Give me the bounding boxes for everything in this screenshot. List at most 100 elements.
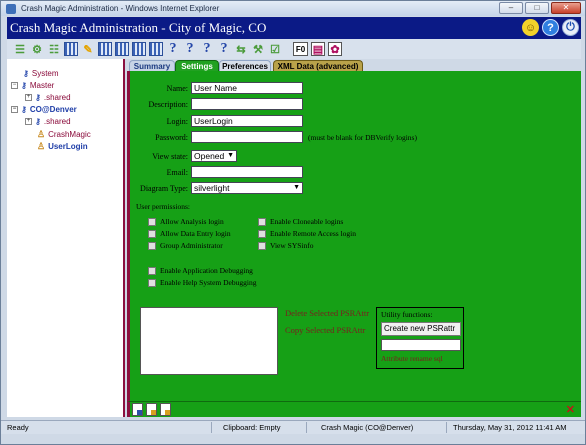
tree-item-label: System bbox=[31, 69, 59, 78]
f0-button[interactable]: F0 bbox=[293, 42, 308, 56]
chevron-down-icon: ▼ bbox=[293, 184, 300, 191]
main-toolbar: ☰ ⚙ ☷ ✎ ? ? ? ? ⇆ ⚒ ☑ F0 ▤ ✿ bbox=[7, 39, 581, 59]
window-title: Crash Magic Administration - Windows Int… bbox=[21, 4, 220, 13]
checkbox-label: View SYSinfo bbox=[270, 241, 314, 250]
paste-document-icon[interactable] bbox=[160, 403, 171, 416]
list-icon[interactable]: ☰ bbox=[13, 42, 27, 56]
smile-icon[interactable]: ☺ bbox=[522, 19, 539, 36]
tree-item-master[interactable]: − ⚷ Master bbox=[11, 81, 54, 90]
allow-analysis-checkbox[interactable]: Allow Analysis login bbox=[148, 217, 224, 226]
new-document-icon[interactable] bbox=[132, 403, 143, 416]
document-icon[interactable]: ▤ bbox=[311, 42, 325, 56]
close-button[interactable]: ✕ bbox=[551, 2, 581, 14]
delete-x-icon[interactable]: ✕ bbox=[566, 403, 575, 416]
tree-item-co-shared[interactable]: + ⚷ .shared bbox=[25, 117, 71, 126]
checkbox-box[interactable] bbox=[148, 266, 156, 275]
checkbox-box[interactable] bbox=[148, 217, 156, 226]
settings-panel: Name: User Name Description: Login: User… bbox=[127, 71, 581, 401]
password-field[interactable] bbox=[191, 131, 303, 143]
collapse-icon[interactable]: − bbox=[11, 82, 18, 89]
utility-input[interactable] bbox=[381, 339, 461, 351]
copy-document-icon[interactable] bbox=[146, 403, 157, 416]
tab-preferences[interactable]: Preferences bbox=[219, 60, 271, 71]
settings-box-icon[interactable]: ✿ bbox=[328, 42, 342, 56]
tree-item-co-denver[interactable]: − ⚷ CO@Denver bbox=[11, 105, 77, 114]
checkbox-box[interactable] bbox=[148, 241, 156, 250]
description-field[interactable] bbox=[191, 98, 303, 110]
view-state-value: Opened bbox=[194, 151, 225, 161]
window-controls: – □ ✕ bbox=[499, 2, 581, 14]
question-icon[interactable]: ? bbox=[166, 41, 180, 56]
delete-psrattr-link[interactable]: Delete Selected PSRAttr bbox=[285, 308, 369, 318]
expand-icon[interactable]: + bbox=[25, 94, 32, 101]
navigation-tree: ⚷ System − ⚷ Master + ⚷ .shared − ⚷ CO@D… bbox=[7, 59, 125, 417]
tree-item-userlogin[interactable]: ♙ UserLogin bbox=[37, 141, 88, 152]
tree-item-label: .shared bbox=[43, 117, 71, 126]
help-icon[interactable]: ? bbox=[542, 19, 559, 36]
allow-data-entry-checkbox[interactable]: Allow Data Entry login bbox=[148, 229, 231, 238]
table-icon[interactable] bbox=[64, 42, 78, 56]
grid-icon-3[interactable] bbox=[132, 42, 146, 56]
refresh-icon[interactable]: ⇆ bbox=[234, 42, 248, 56]
copy-psrattr-link[interactable]: Copy Selected PSRAttr bbox=[285, 325, 365, 335]
grid-icon-2[interactable] bbox=[115, 42, 129, 56]
collapse-icon[interactable]: − bbox=[11, 106, 18, 113]
expand-icon[interactable]: + bbox=[25, 118, 32, 125]
question-icon-3[interactable]: ? bbox=[200, 41, 214, 56]
tab-summary[interactable]: Summary bbox=[129, 60, 175, 71]
browser-window: Crash Magic Administration - Windows Int… bbox=[0, 0, 586, 445]
tree-item-master-shared[interactable]: + ⚷ .shared bbox=[25, 93, 71, 102]
question-icon-4[interactable]: ? bbox=[217, 41, 231, 56]
checkbox-label: Enable Remote Access login bbox=[270, 229, 357, 238]
name-field[interactable]: User Name bbox=[191, 82, 303, 94]
status-datetime: Thursday, May 31, 2012 11:41 AM bbox=[453, 423, 567, 432]
checkbox-label: Enable Application Debugging bbox=[160, 266, 253, 275]
tab-xml-data[interactable]: XML Data (advanced) bbox=[273, 60, 363, 71]
login-field[interactable]: UserLogin bbox=[191, 115, 303, 127]
tree-item-label: .shared bbox=[43, 93, 71, 102]
tree-item-label: Master bbox=[29, 81, 55, 90]
tree-item-system[interactable]: ⚷ System bbox=[23, 69, 59, 78]
network-icon[interactable]: ⚙ bbox=[30, 42, 44, 56]
view-state-select[interactable]: Opened ▼ bbox=[191, 150, 237, 162]
diagram-type-label: Diagram Type: bbox=[140, 184, 188, 193]
grid-icon-4[interactable] bbox=[149, 42, 163, 56]
status-bar: Ready Clipboard: Empty Crash Magic (CO@D… bbox=[1, 420, 585, 434]
tree-item-label: UserLogin bbox=[48, 142, 88, 151]
checkbox-box[interactable] bbox=[148, 278, 156, 287]
enable-remote-checkbox[interactable]: Enable Remote Access login bbox=[258, 229, 356, 238]
tree-item-crashmagic[interactable]: ♙ CrashMagic bbox=[37, 129, 91, 140]
group-admin-checkbox[interactable]: Group Administrator bbox=[148, 241, 223, 250]
key-icon: ⚷ bbox=[23, 69, 29, 78]
power-icon[interactable]: ⏻ bbox=[562, 19, 579, 36]
checkbox-box[interactable] bbox=[258, 217, 266, 226]
utility-title: Utility functions: bbox=[381, 310, 433, 319]
permissions-heading: User permissions: bbox=[136, 202, 190, 211]
view-sysinfo-checkbox[interactable]: View SYSinfo bbox=[258, 241, 314, 250]
psrattr-listbox[interactable] bbox=[140, 307, 278, 375]
tab-bar: Summary Settings Preferences XML Data (a… bbox=[127, 59, 581, 71]
tools-icon[interactable]: ⚒ bbox=[251, 42, 265, 56]
grid-icon[interactable] bbox=[98, 42, 112, 56]
status-ready: Ready bbox=[7, 423, 29, 432]
create-psrattr-button[interactable]: Create new PSRattr bbox=[381, 322, 461, 336]
question-icon-2[interactable]: ? bbox=[183, 41, 197, 56]
users-icon[interactable]: ☷ bbox=[47, 42, 61, 56]
checklist-icon[interactable]: ☑ bbox=[268, 42, 282, 56]
pencil-icon[interactable]: ✎ bbox=[81, 42, 95, 56]
maximize-button[interactable]: □ bbox=[525, 2, 549, 14]
tree-item-label: CO@Denver bbox=[29, 105, 77, 114]
enable-cloneable-checkbox[interactable]: Enable Cloneable logins bbox=[258, 217, 343, 226]
attribute-rename-sql-link[interactable]: Attribute rename sql bbox=[381, 354, 443, 363]
tab-settings[interactable]: Settings bbox=[175, 60, 219, 71]
window-titlebar: Crash Magic Administration - Windows Int… bbox=[1, 1, 585, 16]
key-icon: ⚷ bbox=[35, 117, 41, 126]
minimize-button[interactable]: – bbox=[499, 2, 523, 14]
checkbox-box[interactable] bbox=[258, 229, 266, 238]
app-debugging-checkbox[interactable]: Enable Application Debugging bbox=[148, 266, 253, 275]
email-field[interactable] bbox=[191, 166, 303, 178]
checkbox-box[interactable] bbox=[148, 229, 156, 238]
diagram-type-select[interactable]: silverlight ▼ bbox=[191, 182, 303, 194]
checkbox-box[interactable] bbox=[258, 241, 266, 250]
help-debugging-checkbox[interactable]: Enable Help System Debugging bbox=[148, 278, 256, 287]
